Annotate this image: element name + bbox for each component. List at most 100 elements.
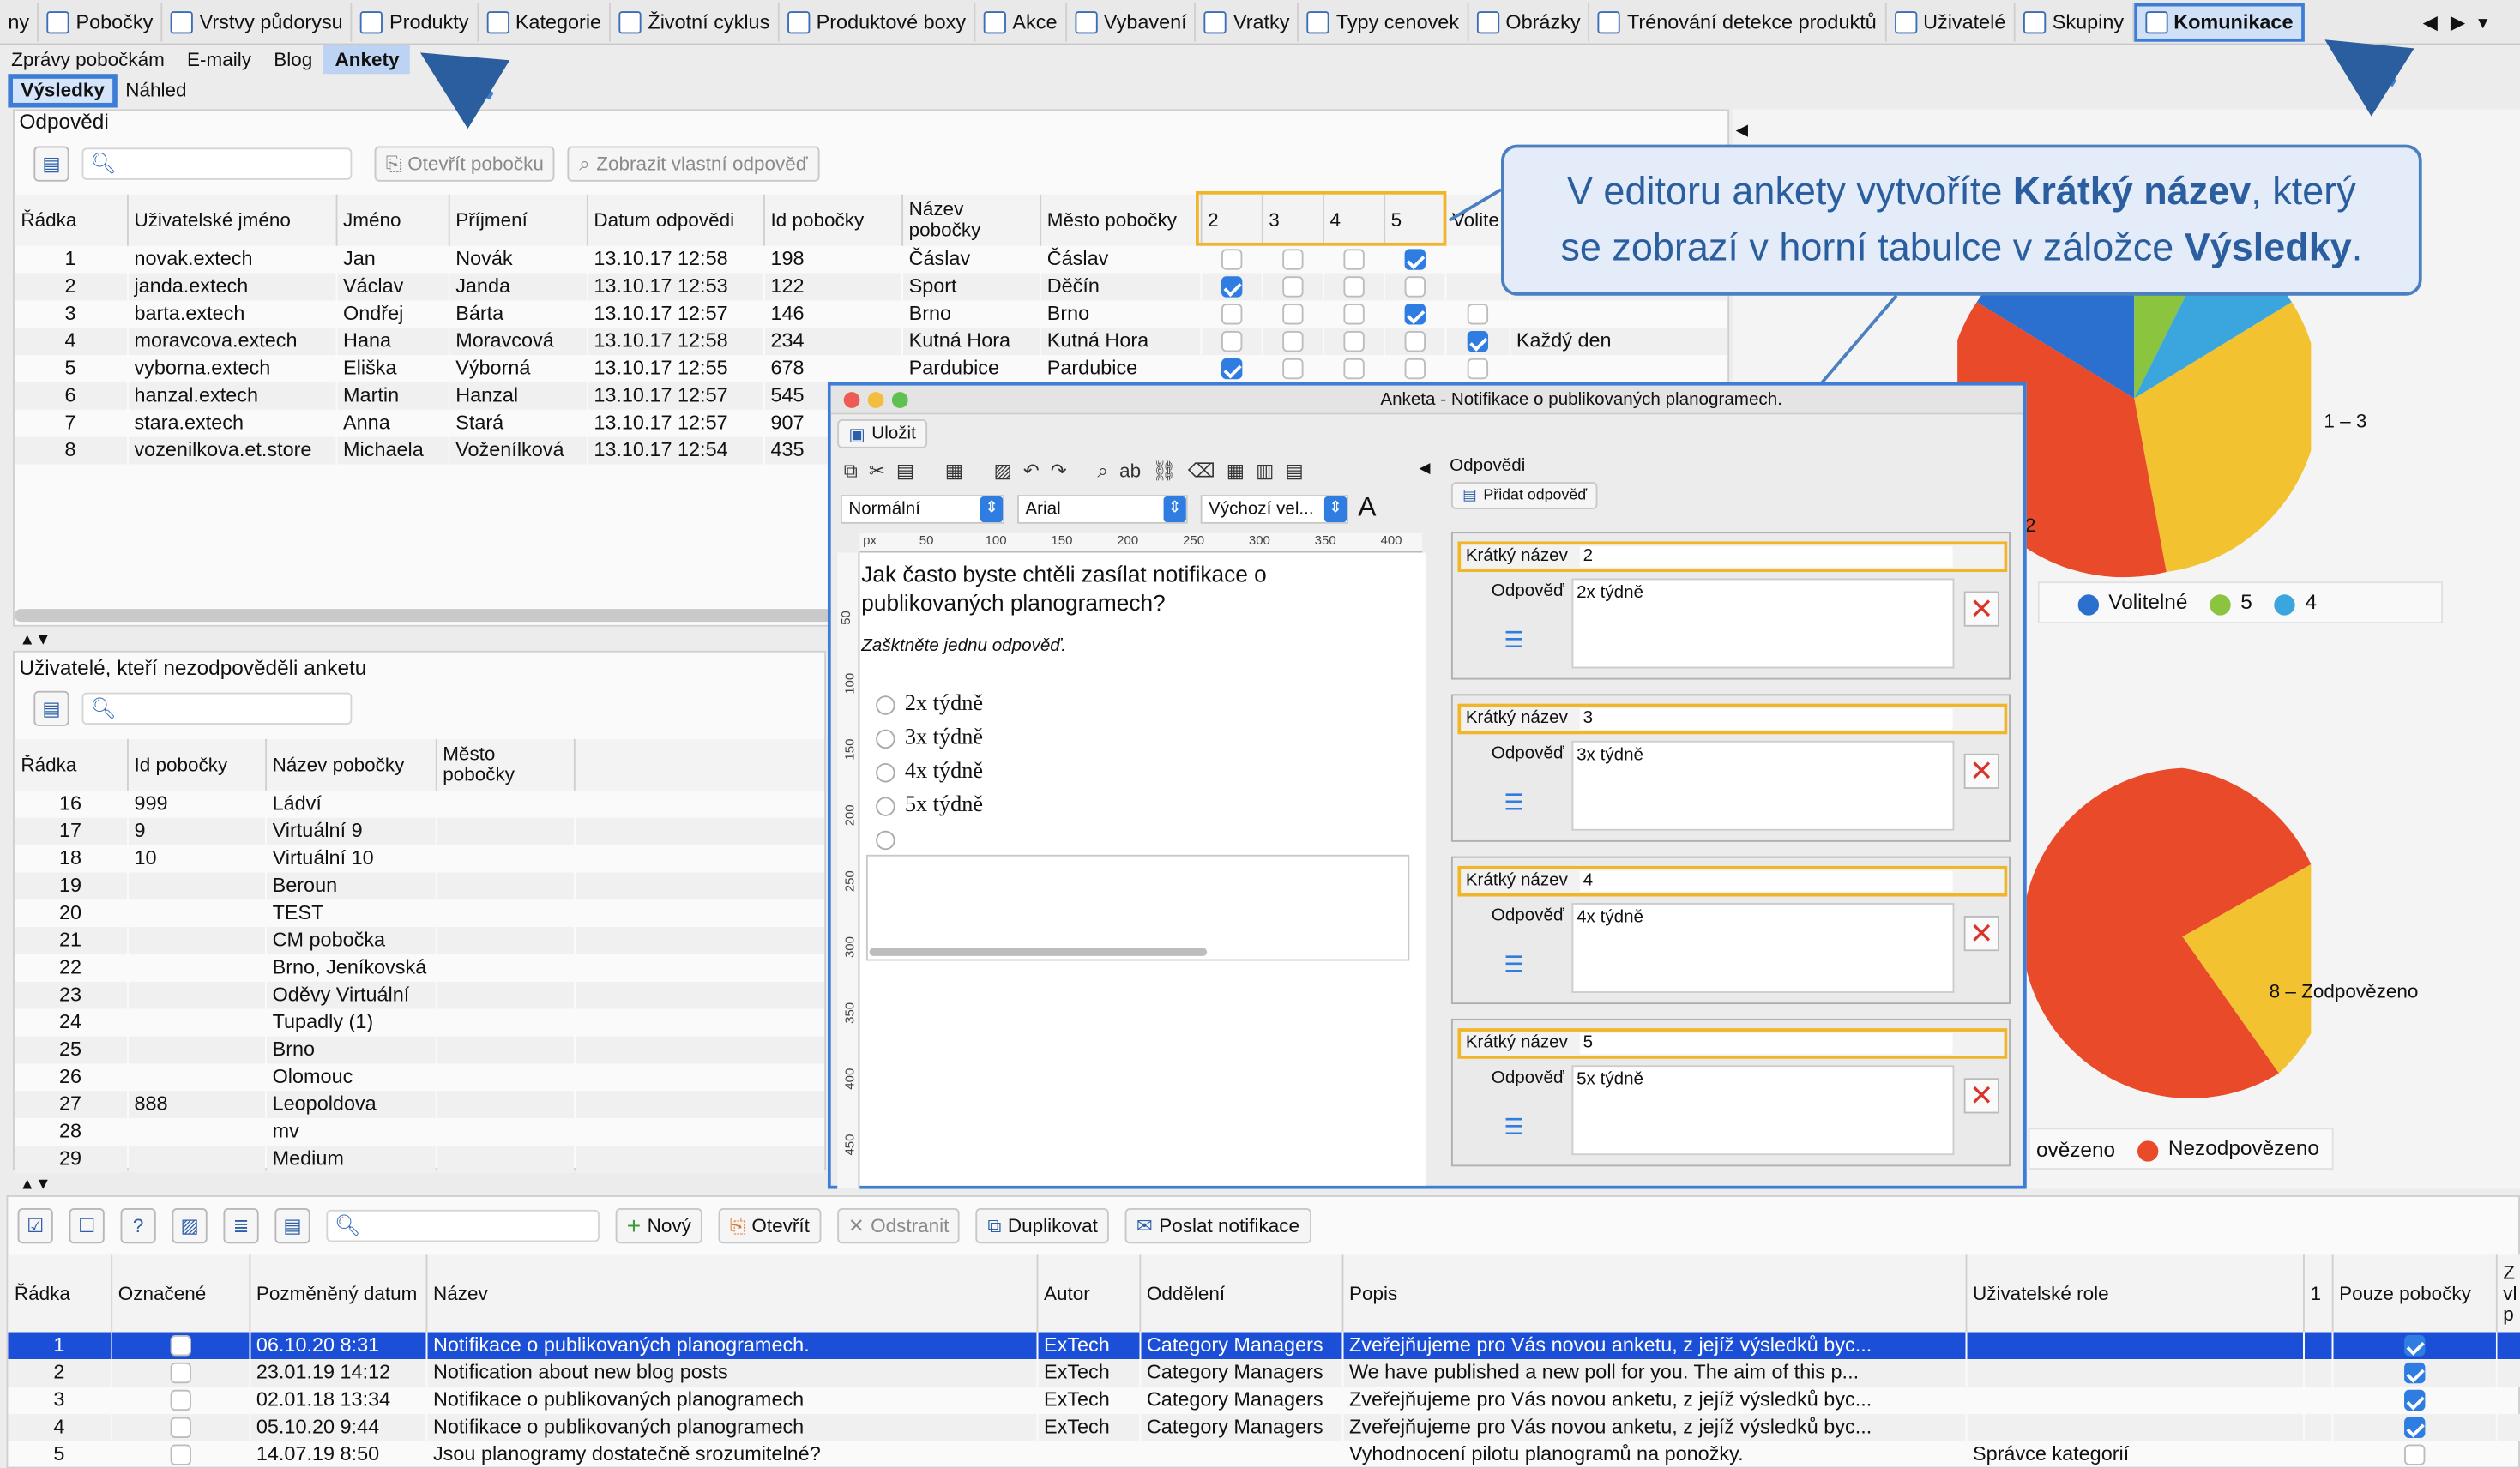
radio-icon[interactable] [876, 830, 895, 850]
column-header[interactable]: Oddělení [1139, 1254, 1343, 1333]
answer-textarea[interactable]: 2x týdně [1571, 578, 1955, 669]
radio-icon[interactable] [876, 695, 895, 715]
close-icon[interactable] [843, 392, 860, 408]
help-icon[interactable]: ? [120, 1208, 156, 1244]
table-row[interactable]: 3 02.01.18 13:34 Notifikace o publikovanýc… [8, 1387, 2520, 1414]
paste-icon[interactable]: ▤ [896, 460, 914, 484]
grid-icon[interactable]: ▦ [1227, 460, 1245, 484]
only-branches-checkbox[interactable] [2403, 1335, 2425, 1357]
add-answer-button[interactable]: ▤ Přidat odpověď [1450, 482, 1599, 509]
open-button[interactable]: ⎘ Otevřít [718, 1208, 821, 1244]
table-row[interactable]: 5 14.07.19 8:50 Jsou planogramy dostatečně… [8, 1441, 2520, 1468]
list-icon[interactable]: ≣ [223, 1208, 259, 1244]
marked-cell [111, 1359, 250, 1387]
new-button[interactable]: + Nový [615, 1208, 703, 1244]
option-item-empty[interactable] [876, 822, 983, 856]
only-branches-checkbox[interactable] [2403, 1417, 2425, 1439]
column-header[interactable]: Název [425, 1254, 1038, 1333]
editor-scrollbar[interactable] [869, 948, 1208, 956]
spell-icon[interactable]: ab [1119, 460, 1141, 484]
remove-answer-icon[interactable]: ✕ [1963, 753, 1999, 789]
short-name-input[interactable]: 5 [1579, 1032, 1953, 1055]
delete-button[interactable]: ✕ Odstranit [836, 1208, 961, 1244]
short-name-input[interactable]: 3 [1579, 708, 1953, 730]
reorder-icon[interactable]: ☰ [1498, 627, 1529, 659]
splitter-arrows[interactable]: ▲▼ [19, 1176, 51, 1194]
only-branches-checkbox[interactable] [2403, 1363, 2425, 1384]
marked-checkbox[interactable] [169, 1390, 191, 1411]
send-notification-button[interactable]: ✉ Poslat notifikace [1124, 1208, 1311, 1244]
answer-textarea[interactable]: 3x týdně [1571, 740, 1955, 831]
answer-textarea[interactable]: 4x týdně [1571, 903, 1955, 993]
polls-search-input[interactable]: 🔍︎ [326, 1209, 600, 1242]
remove-answer-icon[interactable]: ✕ [1963, 1078, 1999, 1114]
column-header[interactable]: Označené [111, 1254, 250, 1333]
column-header[interactable]: Pozměněný datum [249, 1254, 427, 1333]
link-icon[interactable]: ⛓ [1152, 460, 1177, 484]
marked-checkbox[interactable] [169, 1363, 191, 1384]
ruler-tick: 100 [842, 672, 858, 695]
maximize-icon[interactable] [891, 392, 908, 408]
redo-icon[interactable]: ↷ [1051, 460, 1067, 484]
column-header[interactable]: Autor [1036, 1254, 1141, 1333]
column-header[interactable]: Z vl p [2495, 1254, 2520, 1333]
size-select[interactable]: Výchozí vel... [1200, 495, 1349, 524]
short-name-input[interactable]: 2 [1579, 546, 1953, 568]
radio-icon[interactable] [876, 762, 895, 783]
table-row[interactable]: 1 06.10.20 8:31 Notifikace o publikovaných… [8, 1332, 2520, 1360]
style-select[interactable]: Normální [840, 495, 1005, 524]
table-icon[interactable]: ▦ [945, 460, 963, 484]
free-text-area[interactable] [865, 854, 1410, 961]
option-item[interactable]: 4x týdně [876, 755, 983, 789]
select-all-icon[interactable]: ☑ [17, 1208, 53, 1244]
option-label: 2x týdně [904, 692, 983, 717]
marked-checkbox[interactable] [169, 1417, 191, 1439]
short-name-input[interactable]: 4 [1579, 870, 1953, 892]
minimize-icon[interactable] [867, 392, 884, 408]
cell-role [1966, 1387, 2303, 1414]
column-header[interactable]: Uživatelské role [1965, 1254, 2304, 1333]
option-item[interactable]: 2x týdně [876, 688, 983, 721]
columns-icon[interactable]: ▥ [1256, 460, 1274, 484]
reorder-icon[interactable]: ☰ [1498, 1113, 1529, 1145]
image-icon[interactable]: ▨ [994, 460, 1012, 484]
option-item[interactable]: 5x týdně [876, 789, 983, 822]
cut-icon[interactable]: ✂ [869, 460, 885, 484]
column-header[interactable]: 1 [2303, 1254, 2333, 1333]
polls-table: Řádka Označené Pozměněný datum Název Autor Od… [8, 1254, 2520, 1468]
cell [2303, 1413, 2332, 1441]
radio-icon[interactable] [876, 729, 895, 749]
table-row[interactable]: 4 05.10.20 9:44 Notifikace o publikovaných… [8, 1413, 2520, 1441]
duplicate-button[interactable]: ⧉ Duplikovat [976, 1208, 1110, 1244]
collapse-arrow[interactable]: ◀ [1419, 460, 1430, 478]
remove-answer-icon[interactable]: ✕ [1963, 591, 1999, 627]
clear-format-icon[interactable]: ⌫ [1188, 460, 1215, 484]
reorder-icon[interactable]: ☰ [1498, 789, 1529, 821]
export-icon[interactable]: ▤ [274, 1208, 310, 1244]
copy-icon[interactable]: ⧉ [844, 460, 858, 484]
marked-checkbox[interactable] [169, 1335, 191, 1357]
short-name-label: Krátký název [1465, 1032, 1568, 1053]
deselect-icon[interactable]: ☐ [69, 1208, 105, 1244]
column-header[interactable]: Řádka [8, 1254, 112, 1333]
undo-icon[interactable]: ↶ [1023, 460, 1040, 484]
only-branches-checkbox[interactable] [2403, 1390, 2425, 1411]
layout-icon[interactable]: ▤ [1286, 460, 1304, 484]
only-branches-checkbox[interactable] [2403, 1444, 2425, 1466]
font-select[interactable]: Arial [1017, 495, 1188, 524]
radio-icon[interactable] [876, 796, 895, 816]
column-header[interactable]: Pouze pobočky [2331, 1254, 2497, 1333]
font-color-icon[interactable]: A [1358, 491, 1376, 523]
marked-checkbox[interactable] [169, 1444, 191, 1466]
option-item[interactable]: 3x týdně [876, 721, 983, 755]
editor-canvas[interactable]: Jak často byste chtěli zasílat notifikac… [859, 552, 1426, 1186]
ruler-tick: 250 [842, 870, 858, 893]
answer-textarea[interactable]: 5x týdně [1571, 1065, 1955, 1156]
image-icon[interactable]: ▨ [172, 1208, 208, 1244]
save-button[interactable]: ▣ Uložit [837, 419, 927, 448]
table-row[interactable]: 2 23.01.19 14:12 Notification about new bl… [8, 1359, 2520, 1387]
find-icon[interactable]: ⌕ [1097, 460, 1108, 484]
column-header[interactable]: Popis [1341, 1254, 1967, 1333]
reorder-icon[interactable]: ☰ [1498, 951, 1529, 983]
remove-answer-icon[interactable]: ✕ [1963, 916, 1999, 952]
